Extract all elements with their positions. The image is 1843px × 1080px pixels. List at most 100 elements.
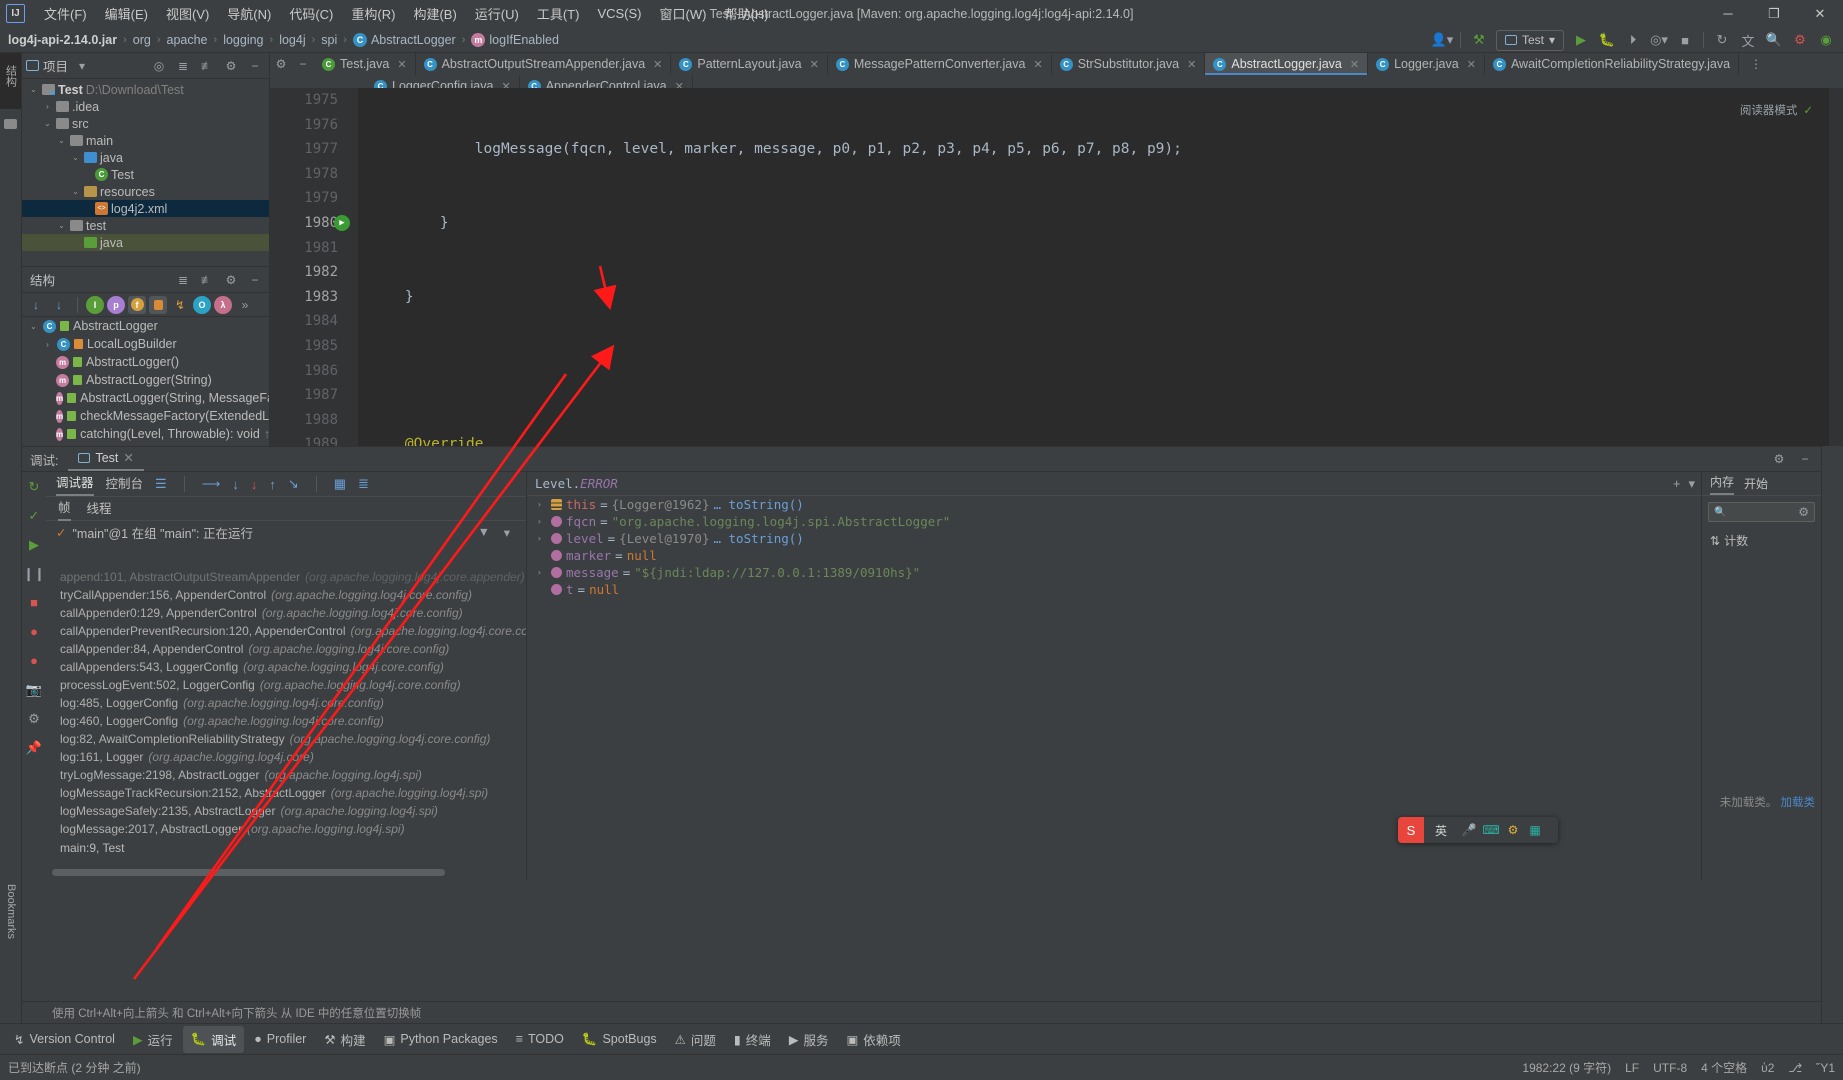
tree-row-src[interactable]: ⌄ src <box>22 115 269 132</box>
load-classes-link[interactable]: 加载类 <box>1781 797 1816 809</box>
chevron-down-icon[interactable]: ⌄ <box>42 119 53 128</box>
settings-icon[interactable]: ⚙ <box>22 704 46 733</box>
tab-threads[interactable]: 线程 <box>87 498 112 520</box>
frame-row[interactable]: logMessage:2017, AbstractLogger (org.apa… <box>46 820 526 836</box>
editor-gutter[interactable]: 1975 1976 1977 1978 1979 1980 1981 1982 … <box>270 88 358 446</box>
tabs-minimize-icon[interactable]: − <box>292 53 314 75</box>
group-by-icon[interactable]: ↯ <box>170 295 190 315</box>
breadcrumb-org[interactable]: org <box>133 33 151 47</box>
chevron-down-icon[interactable]: ⌄ <box>70 153 81 162</box>
memory-search-input[interactable]: 🔍 ⚙ <box>1708 502 1815 522</box>
tab-abstractlogger-java[interactable]: C AbstractLogger.java ✕ <box>1205 53 1369 75</box>
frame-row[interactable]: callAppenderPreventRecursion:120, Append… <box>46 622 526 640</box>
show-interfaces-icon[interactable]: O <box>193 295 211 314</box>
thread-selector[interactable]: ✓ "main"@1 在组 "main": 正在运行 ▼ ▾ <box>46 521 526 543</box>
chevron-down-icon[interactable]: ⌄ <box>28 322 39 331</box>
structure-row-checkmessagefactory[interactable]: m checkMessageFactory(ExtendedLogge <box>22 407 269 425</box>
chevron-down-icon[interactable]: ▾ <box>504 525 510 540</box>
breadcrumb-spi[interactable]: spi <box>321 33 337 47</box>
show-fields-icon[interactable]: f <box>128 295 146 314</box>
memory-search-field[interactable] <box>1730 506 1795 518</box>
filter-icon[interactable]: ▼ <box>478 525 490 539</box>
branch-icon[interactable]: ⎇ <box>1788 1061 1802 1075</box>
tree-row-test-class[interactable]: C Test <box>22 166 269 183</box>
frame-row[interactable]: log:82, AwaitCompletionReliabilityStrate… <box>46 730 526 748</box>
variable-row-marker[interactable]: marker = null <box>527 547 1701 564</box>
breadcrumb-logging[interactable]: logging <box>223 33 263 47</box>
run-to-cursor-marker-icon[interactable]: ▶ <box>334 215 350 231</box>
profiler-icon[interactable]: ◎▾ <box>1647 29 1671 51</box>
frame-row[interactable]: callAppenders:543, LoggerConfig (org.apa… <box>46 658 526 676</box>
sogou-logo-icon[interactable]: S <box>1398 817 1424 843</box>
close-icon[interactable]: ✕ <box>653 58 662 71</box>
tree-row-test-folder[interactable]: ⌄ test <box>22 217 269 234</box>
tree-row-resources[interactable]: ⌄ resources <box>22 183 269 200</box>
editor-code-area[interactable]: logMessage(fqcn, level, marker, message,… <box>358 88 1843 446</box>
menu-file[interactable]: 文件(F) <box>35 0 96 27</box>
coverage-icon[interactable]: ⏵ <box>1621 29 1645 51</box>
gear-icon[interactable]: ⚙ <box>1769 449 1789 469</box>
menu-navigate[interactable]: 导航(N) <box>218 0 280 27</box>
menu-refactor[interactable]: 重构(R) <box>342 0 404 27</box>
call-stack-list[interactable]: append:101, AbstractOutputStreamAppender… <box>46 568 526 836</box>
variable-row-this[interactable]: › this = {Logger@1962} … toString() <box>527 496 1701 513</box>
menu-view[interactable]: 视图(V) <box>157 0 218 27</box>
mute-breakpoints-icon[interactable]: ● <box>22 646 46 675</box>
tabs-gear-icon[interactable]: ⚙ <box>270 53 292 75</box>
code-editor[interactable]: 1975 1976 1977 1978 1979 1980 1981 1982 … <box>270 88 1843 446</box>
keyboard-icon[interactable]: ⌨ <box>1480 823 1502 837</box>
tabs-overflow-icon[interactable]: ⋮ <box>1745 53 1767 75</box>
tab-console[interactable]: 控制台 <box>106 473 144 495</box>
chevron-right-icon[interactable]: › <box>537 568 547 577</box>
frames-horizontal-scrollbar[interactable] <box>52 869 520 876</box>
tree-row-java-main[interactable]: ⌄ java <box>22 149 269 166</box>
more-icon[interactable]: » <box>235 295 255 315</box>
tree-row-test-module[interactable]: ⌄ Test D:\Download\Test <box>22 81 269 98</box>
rerun-icon[interactable]: ↻ <box>22 472 46 501</box>
close-icon[interactable]: ✕ <box>397 58 406 71</box>
frame-row[interactable]: log:161, Logger (org.apache.logging.log4… <box>46 748 526 766</box>
frame-row[interactable]: tryCallAppender:156, AppenderControl (or… <box>46 586 526 604</box>
editor-scrollbar[interactable] <box>1829 88 1843 446</box>
frame-row-main[interactable]: main:9, Test <box>46 838 124 858</box>
breadcrumb-class[interactable]: C AbstractLogger <box>352 32 456 47</box>
toolwindow-services[interactable]: ▶ 服务 <box>781 1026 837 1053</box>
collapse-all-icon[interactable]: ≢ <box>197 270 217 290</box>
menu-vcs[interactable]: VCS(S) <box>588 2 650 25</box>
structure-row-ctor-1[interactable]: m AbstractLogger(String) <box>22 371 269 389</box>
lock-icon[interactable]: ὑ2 <box>1761 1061 1774 1075</box>
show-execution-point-icon[interactable]: ☰ <box>155 476 167 492</box>
rail-project-label[interactable]: 结构 <box>0 59 22 93</box>
variables-list[interactable]: › this = {Logger@1962} … toString() › fq… <box>527 496 1701 598</box>
reader-mode-indicator[interactable]: 阅读器模式 ✓ <box>1740 102 1813 118</box>
toolwindow-problems[interactable]: ⚠ 问题 <box>667 1026 724 1053</box>
pause-program-icon[interactable]: ❙❙ <box>22 559 46 588</box>
tab-start[interactable]: 开始 <box>1744 475 1768 492</box>
tab-logger-java[interactable]: C Logger.java ✕ <box>1368 53 1485 75</box>
chevron-right-icon[interactable]: › <box>537 500 547 509</box>
breadcrumb-method[interactable]: m logIfEnabled <box>471 32 559 47</box>
variable-row-message[interactable]: › message = "${jndi:ldap://127.0.0.1:138… <box>527 564 1701 581</box>
step-out-icon[interactable]: ↑ <box>269 477 276 492</box>
show-non-public-icon[interactable] <box>149 295 167 314</box>
tab-test-java[interactable]: C Test.java ✕ <box>314 53 416 75</box>
modify-run-config-icon[interactable]: ✓ <box>22 501 46 530</box>
toolwindow-profiler[interactable]: ● Profiler <box>246 1028 314 1050</box>
chevron-down-icon[interactable]: ⌄ <box>28 85 39 94</box>
tree-row-java-test[interactable]: java <box>22 234 269 251</box>
close-icon[interactable]: ✕ <box>810 58 819 71</box>
pin-icon[interactable]: 📌 <box>22 733 46 762</box>
run-configuration-selector[interactable]: Test ▾ <box>1495 29 1564 51</box>
sort-by-visibility-icon[interactable]: ↓ <box>26 295 46 315</box>
minimize-button[interactable]: ─ <box>1705 0 1751 27</box>
maximize-button[interactable]: ❐ <box>1751 0 1797 27</box>
gear-icon[interactable]: ⚙ <box>221 56 241 76</box>
breadcrumb-jar[interactable]: log4j-api-2.14.0.jar <box>8 33 117 47</box>
scroll-from-source-icon[interactable]: ◎ <box>149 56 169 76</box>
ime-mode-label[interactable]: 英 <box>1424 822 1458 839</box>
debug-session-tab[interactable]: Test ✕ <box>68 447 144 471</box>
close-icon[interactable]: ✕ <box>123 450 133 465</box>
build-hammer-icon[interactable]: ⚒ <box>1467 29 1491 51</box>
structure-row-ctor-2[interactable]: m AbstractLogger(String, MessageFacto <box>22 389 269 407</box>
add-watch-icon[interactable]: + <box>1673 476 1681 492</box>
